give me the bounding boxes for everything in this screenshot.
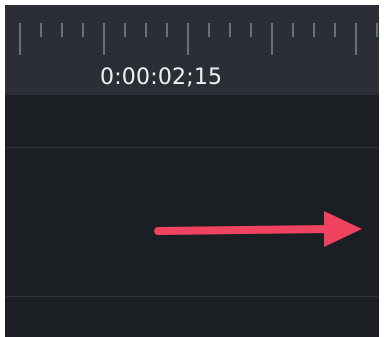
track-area[interactable]	[5, 95, 379, 337]
track-divider	[5, 147, 379, 148]
arrow-head	[324, 211, 362, 247]
arrow-annotation[interactable]	[150, 206, 370, 266]
timeline-panel: 0:00:02;15	[5, 5, 379, 337]
arrow-shaft	[154, 225, 334, 235]
track-divider	[5, 296, 379, 297]
time-ruler[interactable]: 0:00:02;15	[5, 5, 379, 95]
playhead-timecode: 0:00:02;15	[100, 65, 223, 90]
